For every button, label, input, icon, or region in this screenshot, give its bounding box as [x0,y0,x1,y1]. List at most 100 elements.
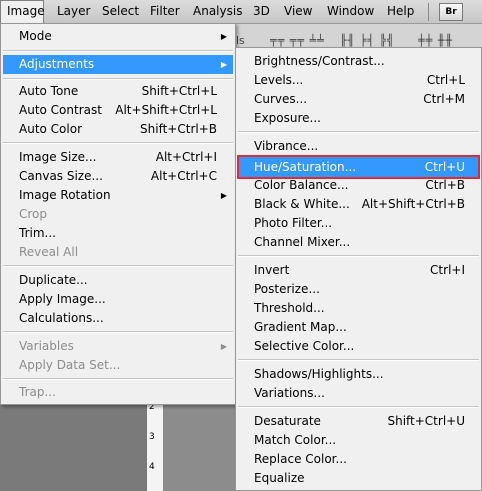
menu-separator [238,131,479,133]
menu-item-curves[interactable]: Curves... Ctrl+M [238,90,479,109]
menu-item-shortcut: Shift+Ctrl+B [140,122,217,136]
menu-item-desaturate[interactable]: Desaturate Shift+Ctrl+U [238,412,479,431]
menu-item-label: Gradient Map... [254,320,347,334]
menu-item-auto-color[interactable]: Auto Color Shift+Ctrl+B [3,120,233,139]
menu-item-invert[interactable]: Invert Ctrl+I [238,261,479,280]
ruler-label: 3 [149,432,155,442]
menu-help[interactable]: Help [381,0,420,23]
menu-item-shortcut: Alt+Shift+Ctrl+L [115,103,217,117]
menu-item-shortcut: Alt+Ctrl+C [150,169,217,183]
menu-item-crop: Crop [3,205,233,224]
menu-item-label: Channel Mixer... [254,235,351,249]
menu-item-label: Black & White... [254,197,350,211]
menu-item-photo-filter[interactable]: Photo Filter... [238,214,479,233]
menu-item-label: Vibrance... [254,139,319,153]
menu-item-label: Exposure... [254,111,321,125]
menu-item-apply-image[interactable]: Apply Image... [3,290,233,309]
menu-select[interactable]: Select [96,0,145,23]
menu-item-match-color[interactable]: Match Color... [238,431,479,450]
vertical-ruler: 2 3 4 [147,390,164,491]
menu-item-image-size[interactable]: Image Size... Alt+Ctrl+I [3,148,233,167]
menu-filter[interactable]: Filter [144,0,186,23]
menu-item-label: Curves... [254,92,308,106]
menu-item-label: Replace Color... [254,452,347,466]
bridge-button[interactable]: Br [439,3,463,21]
menu-item-shortcut: Ctrl+U [424,160,465,174]
menu-separator [3,78,233,80]
menu-item-label: Auto Contrast [19,103,102,117]
menu-item-channel-mixer[interactable]: Channel Mixer... [238,233,479,252]
menu-layer[interactable]: Layer [51,0,96,23]
menu-item-shortcut: Alt+Shift+Ctrl+B [361,197,465,211]
menu-separator [3,50,233,52]
menu-item-label: Equalize [254,471,305,485]
menu-item-trap: Trap... [3,383,233,402]
menu-separator [3,142,233,144]
menu-item-shortcut: Ctrl+I [430,263,465,277]
menu-item-variations[interactable]: Variations... [238,384,479,403]
menu-item-variables: Variables ▶ [3,337,233,356]
ruler-label: 4 [149,462,155,472]
menu-item-shortcut: Ctrl+B [425,178,465,192]
menu-3d[interactable]: 3D [247,0,276,23]
menu-item-color-balance[interactable]: Color Balance... Ctrl+B [238,176,479,195]
menu-image[interactable]: Image [0,0,45,23]
distribute-icons[interactable]: ╪╪ ╫╫ [418,34,453,47]
menu-item-shortcut: Ctrl+L [426,73,465,87]
menu-item-hue-saturation[interactable]: Hue/Saturation... Ctrl+U [237,155,480,179]
menu-separator [3,265,233,267]
menu-item-label: Color Balance... [254,178,349,192]
menu-item-label: Variables [19,339,74,353]
menu-item-shadows-highlights[interactable]: Shadows/Highlights... [238,365,479,384]
menu-item-vibrance[interactable]: Vibrance... [238,137,479,156]
menu-item-mode[interactable]: Mode ▶ [3,27,233,46]
menu-item-auto-tone[interactable]: Auto Tone Shift+Ctrl+L [3,82,233,101]
menu-window[interactable]: Window [321,0,380,23]
submenu-arrow-icon: ▶ [220,342,227,351]
menu-item-label: Calculations... [19,311,104,325]
align-icons-2[interactable]: ╟╢ ╞╡ ╠╣ [340,34,395,47]
submenu-arrow-icon: ▶ [220,32,227,41]
menu-item-levels[interactable]: Levels... Ctrl+L [238,71,479,90]
menu-bar: Image Layer Select Filter Analysis 3D Vi… [0,0,482,24]
menu-item-label: Threshold... [254,301,325,315]
menu-item-label: Shadows/Highlights... [254,367,384,381]
options-bar-label: ls [236,34,245,47]
menu-item-label: Match Color... [254,433,337,447]
menu-item-label: Variations... [254,386,325,400]
menu-separator [238,359,479,361]
menu-item-equalize[interactable]: Equalize [238,469,479,488]
menu-item-apply-data-set: Apply Data Set... [3,356,233,375]
menu-item-calculations[interactable]: Calculations... [3,309,233,328]
menu-item-label: Posterize... [254,282,320,296]
menu-separator [238,406,479,408]
menu-item-adjustments[interactable]: Adjustments ▶ [3,55,233,74]
menu-item-trim[interactable]: Trim... [3,224,233,243]
menu-view[interactable]: View [278,0,318,23]
menu-item-threshold[interactable]: Threshold... [238,299,479,318]
menu-item-image-rotation[interactable]: Image Rotation ▶ [3,186,233,205]
menu-item-label: Invert [254,263,290,277]
menu-item-canvas-size[interactable]: Canvas Size... Alt+Ctrl+C [3,167,233,186]
align-icons[interactable]: ╤╤ ╤╤ ╧╧ [270,34,325,47]
menu-separator [3,331,233,333]
menu-separator [3,378,233,380]
menu-item-reveal-all: Reveal All [3,243,233,262]
menu-item-label: Trim... [19,226,56,240]
menu-item-shortcut: Shift+Ctrl+U [387,414,465,428]
menu-item-label: Image Size... [19,150,97,164]
menu-item-posterize[interactable]: Posterize... [238,280,479,299]
menu-item-black-white[interactable]: Black & White... Alt+Shift+Ctrl+B [238,195,479,214]
menu-item-duplicate[interactable]: Duplicate... [3,271,233,290]
menu-item-auto-contrast[interactable]: Auto Contrast Alt+Shift+Ctrl+L [3,101,233,120]
menu-item-label: Photo Filter... [254,216,333,230]
menu-item-brightness-contrast[interactable]: Brightness/Contrast... [238,52,479,71]
menu-item-shortcut: Alt+Ctrl+I [155,150,217,164]
menu-item-gradient-map[interactable]: Gradient Map... [238,318,479,337]
menu-analysis[interactable]: Analysis [187,0,248,23]
menu-item-selective-color[interactable]: Selective Color... [238,337,479,356]
menu-separator [238,255,479,257]
menu-item-exposure[interactable]: Exposure... [238,109,479,128]
menubar-divider [428,3,429,21]
menu-item-replace-color[interactable]: Replace Color... [238,450,479,469]
